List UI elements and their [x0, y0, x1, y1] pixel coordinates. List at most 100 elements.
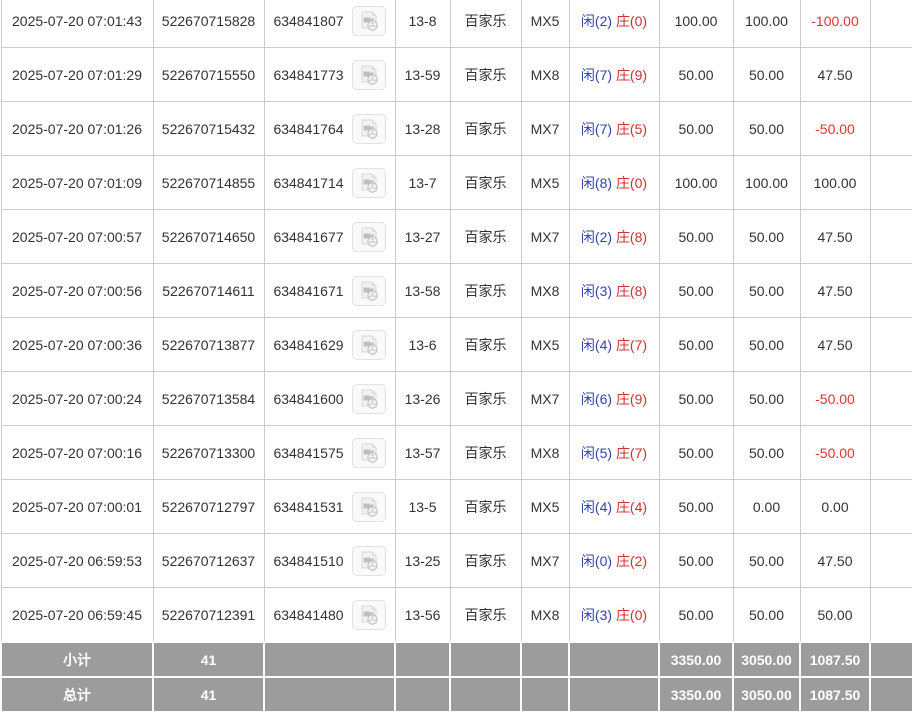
extra-cell [870, 480, 912, 534]
video-replay-button[interactable] [352, 438, 386, 468]
extra-cell [870, 156, 912, 210]
bet-time: 2025-07-20 07:01:09 [1, 156, 153, 210]
table-number: 13-57 [395, 426, 450, 480]
game-type: 百家乐 [450, 0, 521, 48]
game-type: 百家乐 [450, 210, 521, 264]
round-id: 634841480 [273, 607, 343, 623]
bet-time: 2025-07-20 07:00:01 [1, 480, 153, 534]
game-type: 百家乐 [450, 372, 521, 426]
bet-time: 2025-07-20 07:00:57 [1, 210, 153, 264]
bet-id: 522670712797 [153, 480, 264, 534]
player-score: 闲(8) [581, 175, 612, 191]
game-result: 闲(8) 庄(0) [569, 156, 659, 210]
banker-score: 庄(2) [616, 553, 647, 569]
valid-amount: 100.00 [733, 156, 800, 210]
bet-records-viewport: 2025-07-20 07:01:43 522670715828 6348418… [0, 0, 912, 727]
game-mode: MX5 [521, 480, 569, 534]
bet-id: 522670714855 [153, 156, 264, 210]
player-score: 闲(6) [581, 391, 612, 407]
records-footer: 小计 41 3350.00 3050.00 1087.50 总计 41 [1, 642, 912, 712]
total-row: 总计 41 3350.00 3050.00 1087.50 [1, 677, 912, 712]
banker-score: 庄(9) [616, 391, 647, 407]
valid-amount: 50.00 [733, 318, 800, 372]
table-number: 13-6 [395, 318, 450, 372]
bet-time: 2025-07-20 07:01:29 [1, 48, 153, 102]
banker-score: 庄(4) [616, 499, 647, 515]
game-result: 闲(6) 庄(9) [569, 372, 659, 426]
bet-id: 522670715828 [153, 0, 264, 48]
video-replay-button[interactable] [352, 330, 386, 360]
video-replay-button[interactable] [352, 492, 386, 522]
extra-cell [870, 210, 912, 264]
extra-cell [870, 0, 912, 48]
game-type: 百家乐 [450, 480, 521, 534]
player-score: 闲(2) [581, 13, 612, 29]
table-row: 2025-07-20 06:59:45 522670712391 6348414… [1, 588, 912, 643]
game-type: 百家乐 [450, 264, 521, 318]
win-loss: 47.50 [800, 318, 870, 372]
video-replay-icon [357, 334, 381, 356]
bet-amount: 50.00 [659, 480, 733, 534]
bet-amount: 50.00 [659, 534, 733, 588]
video-replay-icon [357, 10, 381, 32]
bet-id: 522670714650 [153, 210, 264, 264]
bet-amount: 50.00 [659, 426, 733, 480]
table-row: 2025-07-20 07:01:43 522670715828 6348418… [1, 0, 912, 48]
game-type: 百家乐 [450, 534, 521, 588]
game-result: 闲(4) 庄(7) [569, 318, 659, 372]
game-result: 闲(3) 庄(0) [569, 588, 659, 643]
round-cell: 634841671 [264, 264, 395, 318]
extra-cell [870, 264, 912, 318]
player-score: 闲(3) [581, 283, 612, 299]
bet-amount: 100.00 [659, 156, 733, 210]
banker-score: 庄(0) [616, 607, 647, 623]
video-replay-button[interactable] [352, 168, 386, 198]
table-number: 13-58 [395, 264, 450, 318]
round-id: 634841714 [273, 175, 343, 191]
game-mode: MX8 [521, 264, 569, 318]
video-replay-button[interactable] [352, 600, 386, 630]
bet-id: 522670712637 [153, 534, 264, 588]
round-cell: 634841531 [264, 480, 395, 534]
round-cell: 634841480 [264, 588, 395, 643]
round-cell: 634841714 [264, 156, 395, 210]
round-cell: 634841629 [264, 318, 395, 372]
banker-score: 庄(9) [616, 67, 647, 83]
table-number: 13-25 [395, 534, 450, 588]
video-replay-button[interactable] [352, 114, 386, 144]
bet-amount: 50.00 [659, 264, 733, 318]
banker-score: 庄(0) [616, 175, 647, 191]
video-replay-icon [357, 442, 381, 464]
round-id: 634841510 [273, 553, 343, 569]
video-replay-button[interactable] [352, 6, 386, 36]
subtotal-win-loss: 1087.50 [800, 642, 870, 677]
video-replay-button[interactable] [352, 384, 386, 414]
bet-time: 2025-07-20 06:59:45 [1, 588, 153, 643]
player-score: 闲(4) [581, 499, 612, 515]
round-cell: 634841677 [264, 210, 395, 264]
bet-amount: 100.00 [659, 0, 733, 48]
bet-id: 522670715432 [153, 102, 264, 156]
video-replay-icon [357, 550, 381, 572]
player-score: 闲(5) [581, 445, 612, 461]
game-type: 百家乐 [450, 318, 521, 372]
game-mode: MX7 [521, 102, 569, 156]
video-replay-button[interactable] [352, 60, 386, 90]
player-score: 闲(7) [581, 121, 612, 137]
video-replay-button[interactable] [352, 222, 386, 252]
game-type: 百家乐 [450, 426, 521, 480]
table-number: 13-26 [395, 372, 450, 426]
total-bet-amount: 3350.00 [659, 677, 733, 712]
valid-amount: 50.00 [733, 264, 800, 318]
player-score: 闲(3) [581, 607, 612, 623]
bet-records-table: 2025-07-20 07:01:43 522670715828 6348418… [0, 0, 912, 713]
win-loss: 47.50 [800, 534, 870, 588]
round-id: 634841807 [273, 13, 343, 29]
video-replay-button[interactable] [352, 276, 386, 306]
video-replay-button[interactable] [352, 546, 386, 576]
game-result: 闲(2) 庄(8) [569, 210, 659, 264]
table-row: 2025-07-20 07:00:36 522670713877 6348416… [1, 318, 912, 372]
table-row: 2025-07-20 07:01:09 522670714855 6348417… [1, 156, 912, 210]
subtotal-row: 小计 41 3350.00 3050.00 1087.50 [1, 642, 912, 677]
round-id: 634841764 [273, 121, 343, 137]
